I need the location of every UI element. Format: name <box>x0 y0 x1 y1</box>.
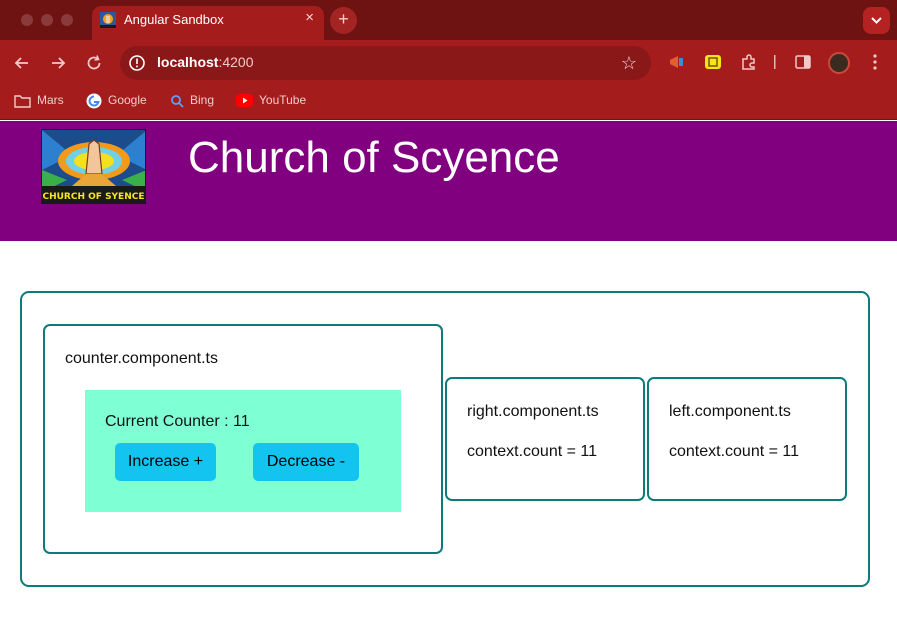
right-file-label: right.component.ts <box>467 403 599 420</box>
side-panel-icon[interactable] <box>794 53 812 71</box>
url-host: localhost <box>157 54 219 70</box>
church-logo: CHURCH OF SYENCE <box>41 129 146 204</box>
extensions-puzzle-icon[interactable] <box>740 53 758 71</box>
back-arrow-icon[interactable] <box>12 53 32 73</box>
address-bar[interactable]: localhost:4200 ☆ <box>120 46 651 80</box>
megaphone-extension-icon[interactable] <box>668 53 686 71</box>
increase-button[interactable]: Increase + <box>115 443 216 481</box>
kebab-menu-icon[interactable] <box>867 53 883 71</box>
bookmark-bing[interactable]: Bing <box>170 93 214 108</box>
logo-caption: CHURCH OF SYENCE <box>42 192 145 202</box>
zoom-window-button[interactable] <box>61 14 73 26</box>
url-text[interactable]: localhost:4200 <box>157 54 254 70</box>
current-counter-text: Current Counter : 11 <box>105 413 250 430</box>
tab-title: Angular Sandbox <box>124 12 224 27</box>
right-component: right.component.ts context.count = 11 <box>445 377 645 501</box>
favicon-icon <box>100 12 116 28</box>
site-info-icon[interactable] <box>128 54 146 72</box>
chevron-down-icon <box>871 17 882 24</box>
close-window-button[interactable] <box>21 14 33 26</box>
browser-toolbar: localhost:4200 ☆ <box>0 40 897 86</box>
google-icon <box>86 93 102 109</box>
bookmark-label: Mars <box>37 93 64 107</box>
counter-component: counter.component.ts Current Counter : 1… <box>43 324 443 554</box>
decrease-button[interactable]: Decrease - <box>253 443 359 481</box>
right-count-text: context.count = 11 <box>467 443 598 460</box>
profile-avatar[interactable] <box>828 52 850 74</box>
page-title: Church of Scyence <box>188 133 560 182</box>
toolbar-divider <box>774 55 776 69</box>
left-file-label: left.component.ts <box>669 403 791 420</box>
counter-file-label: counter.component.ts <box>65 350 218 367</box>
youtube-icon <box>236 94 253 108</box>
url-port: :4200 <box>218 54 254 70</box>
left-component: left.component.ts context.count = 11 <box>647 377 847 501</box>
site-header: CHURCH OF SYENCE Church of Scyence <box>0 121 897 241</box>
bookmark-label: Bing <box>190 93 215 107</box>
tab-angular-sandbox[interactable]: Angular Sandbox × <box>92 6 324 40</box>
bing-icon <box>171 94 184 108</box>
bookmark-google[interactable]: Google <box>86 93 147 109</box>
tab-search-button[interactable] <box>863 7 890 34</box>
bookmarks-bar: Mars Google Bing YouTube <box>0 86 897 120</box>
bookmark-star-icon[interactable]: ☆ <box>621 53 637 74</box>
bookmark-youtube[interactable]: YouTube <box>236 93 307 108</box>
new-tab-button[interactable]: + <box>330 7 357 34</box>
folder-icon <box>14 95 31 108</box>
bookmark-mars[interactable]: Mars <box>14 93 64 108</box>
tab-strip: Angular Sandbox × + <box>0 0 897 40</box>
bookmark-label: YouTube <box>259 93 307 107</box>
left-count-text: context.count = 11 <box>669 443 800 460</box>
bookmark-label: Google <box>108 93 147 108</box>
close-tab-icon[interactable]: × <box>305 9 314 26</box>
reload-icon[interactable] <box>84 53 104 73</box>
minimize-window-button[interactable] <box>41 14 53 26</box>
forward-arrow-icon[interactable] <box>48 53 68 73</box>
counter-panel: Current Counter : 11 Increase + Decrease… <box>85 390 401 512</box>
screenshot-extension-icon[interactable] <box>704 53 722 71</box>
